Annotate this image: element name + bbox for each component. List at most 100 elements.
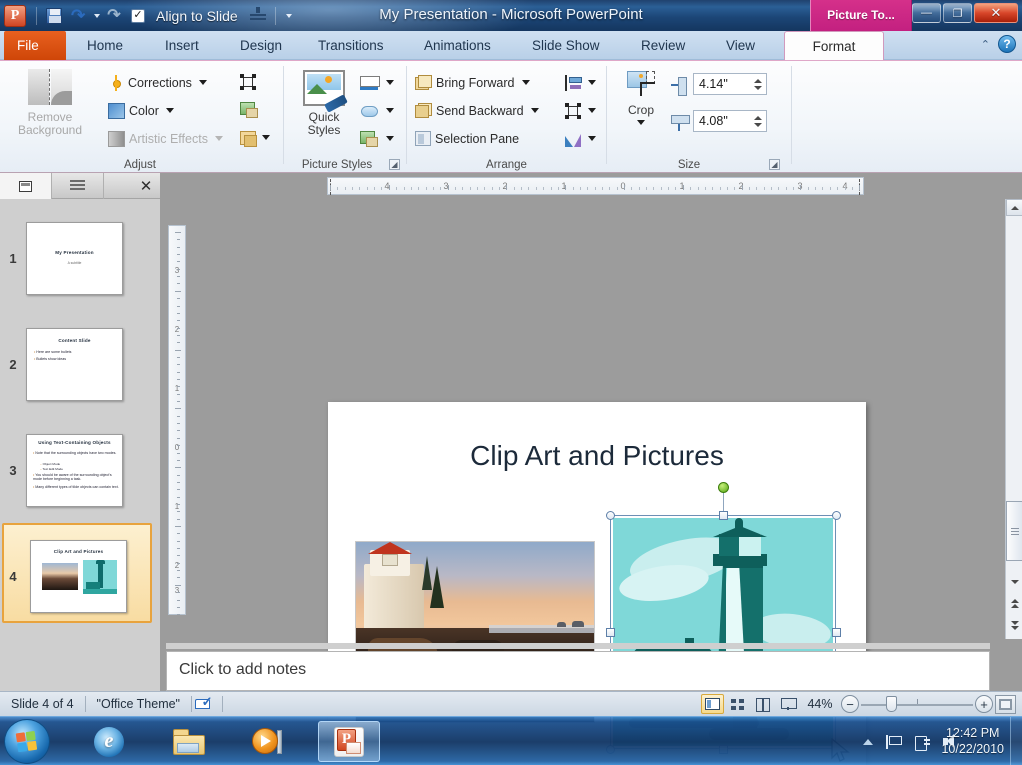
horizontal-ruler[interactable]: 4 3 2 1 0 1 2 3 4 xyxy=(327,177,864,195)
shape-height-input[interactable] xyxy=(694,75,746,93)
vertical-ruler[interactable]: 3 2 1 0 1 2 3 xyxy=(168,225,186,616)
qat-customize-button[interactable] xyxy=(281,4,295,27)
scrollbar-thumb[interactable] xyxy=(1006,501,1022,561)
resize-handle-top-right[interactable] xyxy=(832,511,841,520)
view-normal-button[interactable] xyxy=(701,694,724,714)
tab-animations[interactable]: Animations xyxy=(411,31,504,60)
minimize-button[interactable]: — xyxy=(912,3,941,23)
taskbar-media-player[interactable] xyxy=(236,721,298,762)
slide-thumbnail-preview[interactable]: Clip Art and Pictures xyxy=(30,539,127,613)
reset-picture-button[interactable] xyxy=(240,126,270,149)
redo-button[interactable]: ↷ xyxy=(102,4,126,27)
zoom-slider[interactable] xyxy=(861,695,973,713)
slides-tab[interactable] xyxy=(0,173,52,199)
tab-review[interactable]: Review xyxy=(628,31,698,60)
taskbar-internet-explorer[interactable]: e xyxy=(78,721,140,762)
tab-design[interactable]: Design xyxy=(227,31,295,60)
tab-transitions[interactable]: Transitions xyxy=(305,31,397,60)
change-picture-button[interactable] xyxy=(240,98,258,121)
shape-height-field[interactable] xyxy=(693,73,767,95)
slide-thumbnail-preview[interactable]: Using Text-Containing Objects Note that … xyxy=(26,433,123,507)
resize-handle-middle-left[interactable] xyxy=(606,628,615,637)
shape-width-spinner[interactable] xyxy=(750,111,766,131)
scroll-down-button[interactable] xyxy=(1006,573,1022,590)
bring-forward-button[interactable]: Bring Forward xyxy=(415,71,530,94)
spinner-up-icon[interactable] xyxy=(754,78,762,83)
spinner-up-icon[interactable] xyxy=(754,115,762,120)
slide-thumbnail-3[interactable]: 3 Using Text-Containing Objects Note tha… xyxy=(0,417,155,523)
resize-handle-top-left[interactable] xyxy=(606,511,615,520)
tab-file[interactable]: File xyxy=(4,31,66,60)
slide-thumbnail-preview[interactable]: Content Slide Here are some bullets Bull… xyxy=(26,327,123,401)
clock[interactable]: 12:42 PM 10/22/2010 xyxy=(941,725,1004,757)
fit-to-window-button[interactable] xyxy=(995,694,1016,714)
powerpoint-app-icon[interactable]: P xyxy=(4,4,26,27)
spell-check-button[interactable] xyxy=(192,692,214,717)
compress-pictures-button[interactable] xyxy=(240,70,256,93)
tab-view[interactable]: View xyxy=(713,31,768,60)
action-center-button[interactable] xyxy=(886,734,902,749)
help-icon[interactable]: ? xyxy=(998,35,1016,53)
undo-button[interactable]: ↶ xyxy=(66,4,90,27)
artistic-effects-button[interactable]: Artistic Effects xyxy=(108,127,223,150)
slide-thumbnail-preview[interactable]: My Presentation A subtitle xyxy=(26,221,123,295)
minimize-ribbon-icon[interactable]: ⌃ xyxy=(981,38,990,51)
color-button[interactable]: Color xyxy=(108,99,174,122)
next-slide-button[interactable] xyxy=(1006,617,1022,634)
zoom-slider-knob[interactable] xyxy=(886,696,897,712)
slide-thumbnail-2[interactable]: 2 Content Slide Here are some bullets Bu… xyxy=(0,311,155,417)
close-slides-pane-button[interactable]: ✕ xyxy=(132,173,160,199)
view-reading-button[interactable] xyxy=(751,694,774,714)
slide-title-placeholder[interactable]: Clip Art and Pictures xyxy=(328,440,866,472)
show-hidden-icons-button[interactable] xyxy=(863,738,873,745)
view-slide-sorter-button[interactable] xyxy=(726,694,749,714)
scroll-up-button[interactable] xyxy=(1006,199,1022,216)
align-to-slide-checkbox[interactable]: ✓ xyxy=(126,4,150,27)
quick-styles-button[interactable]: Quick Styles xyxy=(294,70,354,137)
size-dialog-launcher[interactable]: ◢ xyxy=(769,159,780,170)
crop-button[interactable]: Crop xyxy=(617,71,665,125)
resize-handle-top-center[interactable] xyxy=(719,511,728,520)
send-backward-button[interactable]: Send Backward xyxy=(415,99,539,122)
resize-handle-middle-right[interactable] xyxy=(832,628,841,637)
slide-thumbnail-4[interactable]: 4 Clip Art and Pictures xyxy=(0,523,155,629)
spinner-down-icon[interactable] xyxy=(754,85,762,90)
slide-thumbnail-1[interactable]: 1 My Presentation A subtitle xyxy=(0,205,155,311)
zoom-in-button[interactable]: + xyxy=(975,695,993,713)
align-objects-qat-button[interactable] xyxy=(246,4,270,27)
selection-pane-button[interactable]: Selection Pane xyxy=(415,127,519,150)
rotate-handle[interactable] xyxy=(718,482,729,493)
zoom-out-button[interactable]: − xyxy=(841,695,859,713)
corrections-button[interactable]: Corrections xyxy=(108,71,207,94)
picture-border-button[interactable] xyxy=(360,71,394,94)
network-button[interactable] xyxy=(914,734,930,751)
spinner-down-icon[interactable] xyxy=(754,122,762,127)
tab-insert[interactable]: Insert xyxy=(152,31,212,60)
group-button[interactable] xyxy=(565,99,596,122)
show-desktop-button[interactable] xyxy=(1010,717,1022,765)
picture-styles-dialog-launcher[interactable]: ◢ xyxy=(389,159,400,170)
zoom-percent-label[interactable]: 44% xyxy=(801,697,839,711)
picture-effects-button[interactable] xyxy=(360,99,394,122)
rotate-button[interactable] xyxy=(565,127,596,150)
shape-width-field[interactable] xyxy=(693,110,767,132)
restore-button[interactable]: ❐ xyxy=(943,3,972,23)
slide-vertical-scrollbar[interactable] xyxy=(1005,199,1022,639)
slide-canvas-area[interactable]: Clip Art and Pictures xyxy=(190,199,990,765)
view-slide-show-button[interactable] xyxy=(776,694,799,714)
previous-slide-button[interactable] xyxy=(1006,595,1022,612)
notes-pane[interactable]: Click to add notes xyxy=(166,651,990,691)
outline-tab[interactable] xyxy=(52,173,104,199)
tab-slide-show[interactable]: Slide Show xyxy=(519,31,613,60)
undo-dropdown[interactable] xyxy=(90,4,102,27)
tab-home[interactable]: Home xyxy=(74,31,136,60)
picture-layout-button[interactable] xyxy=(360,127,394,150)
start-button[interactable] xyxy=(4,719,50,764)
notes-splitter[interactable] xyxy=(166,643,990,649)
shape-height-spinner[interactable] xyxy=(750,74,766,94)
taskbar-powerpoint[interactable]: P xyxy=(318,721,380,762)
tab-format[interactable]: Format xyxy=(784,31,884,60)
remove-background-button[interactable]: Remove Background xyxy=(10,69,90,137)
shape-width-input[interactable] xyxy=(694,112,746,130)
save-button[interactable] xyxy=(42,4,66,27)
